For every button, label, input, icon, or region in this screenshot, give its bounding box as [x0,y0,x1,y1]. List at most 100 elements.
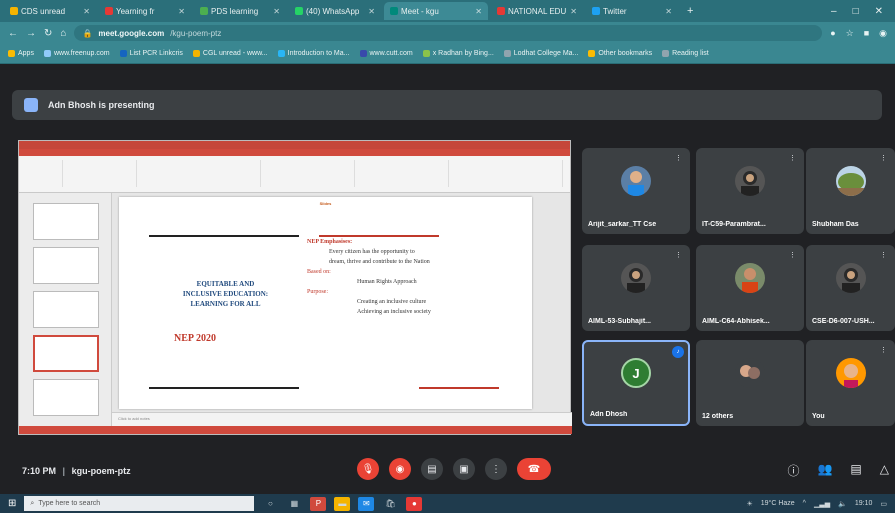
file-explorer-icon[interactable]: ▬ [334,496,351,511]
lock-icon: 🔒 [82,28,93,38]
browser-tab[interactable]: Meet - kgu ✕ [384,2,488,20]
bookmark-item[interactable]: www.cutt.com [359,50,413,57]
bookmark-item[interactable]: x Radhan by Bing... [422,50,494,57]
info-icon[interactable]: ⓘ [787,462,799,479]
bookmark-item[interactable]: List PCR Linkcris [119,50,183,57]
widgets-icon[interactable]: ▦ [286,497,302,511]
participant-tile[interactable]: J ♪ Adn Dhosh [582,340,690,426]
windows-start-icon[interactable]: ⊞ [8,498,16,509]
participant-tile[interactable]: ⋮ You [806,340,895,426]
ppt-titlebar [19,141,570,149]
url-field[interactable]: 🔒 meet.google.com/kgu-poem-ptz [74,25,823,41]
tile-more-icon[interactable]: ⋮ [880,346,887,354]
slide-rule [419,387,499,389]
url-path: /kgu-poem-ptz [170,28,222,38]
browser-tab[interactable]: Yearning fr ✕ [99,2,191,20]
bookmark-item[interactable]: www.freenup.com [43,50,110,57]
participant-name: You [812,413,825,420]
new-tab-button[interactable]: + [681,5,699,17]
tab-close-icon[interactable]: ✕ [570,7,577,16]
participant-name: IT-C59-Parambrat... [702,221,766,228]
home-icon[interactable]: ⌂ [60,28,66,39]
system-tray: ☀ 19°C Haze ^ ▁▃▅ 🔈 19:10 ▭ [746,500,887,508]
slide-sub: Purpose: [307,289,328,295]
tab-label: Meet - kgu [401,6,439,16]
participant-tile[interactable]: ⋮ Shubham Das [806,148,895,234]
leave-call-button[interactable]: ☎ [517,458,551,480]
star-icon[interactable]: ☆ [846,28,854,39]
browser-tab[interactable]: NATIONAL EDU ✕ [491,2,583,20]
store-icon[interactable]: 🛍 [382,497,398,511]
tile-more-icon[interactable]: ⋮ [675,251,682,259]
tray-up-icon[interactable]: ^ [803,500,806,507]
participant-tile[interactable]: ⋮ Arijit_sarkar_TT Cse [582,148,690,234]
powerpoint-icon[interactable]: P [310,496,327,511]
forward-icon[interactable]: → [26,28,36,39]
tile-more-icon[interactable]: ⋮ [880,251,887,259]
extensions-icon[interactable]: ■ [864,28,869,39]
participant-tile[interactable]: 12 others [696,340,804,426]
camera-icon[interactable]: ● [830,28,835,39]
participant-tile[interactable]: ⋮ AIML-C64-Abhisek... [696,245,804,331]
participant-tile[interactable]: ⋮ CSE-D6-007-USH... [806,245,895,331]
tile-more-icon[interactable]: ⋮ [789,251,796,259]
chat-icon[interactable]: ▤ [850,462,861,479]
close-window-icon[interactable]: ✕ [875,6,883,17]
tab-favicon-icon [10,7,18,15]
search-icon: ⌕ [30,499,35,507]
browser-tab[interactable]: Twitter ✕ [586,2,678,20]
reload-icon[interactable]: ↻ [44,28,52,39]
more-options-button[interactable]: ⋮ [485,458,507,480]
taskbar-search[interactable]: ⌕ Type here to search [24,496,255,511]
minimize-icon[interactable]: – [831,6,837,17]
bookmark-item[interactable]: Reading list [662,50,709,57]
weather-icon[interactable]: ☀ [746,500,752,508]
bookmark-label: www.cutt.com [369,50,413,57]
profile-icon[interactable]: ◉ [879,28,887,39]
participant-tile[interactable]: ⋮ AIML-53-Subhajit... [582,245,690,331]
mic-off-button[interactable]: 🎙 [357,458,379,480]
bookmark-item[interactable]: Introduction to Ma... [277,50,350,57]
tab-close-icon[interactable]: ✕ [475,7,482,16]
tab-close-icon[interactable]: ✕ [178,7,185,16]
people-icon[interactable]: 👥 [817,462,832,479]
mail-icon[interactable]: ✉ [358,496,375,511]
camera-off-button[interactable]: ◉ [389,458,411,480]
slide-thumbnail [33,203,99,240]
bookmark-item[interactable]: CGL unread - www... [192,50,268,57]
tile-more-icon[interactable]: ⋮ [675,154,682,162]
notification-icon[interactable]: ▭ [880,500,887,508]
tile-more-icon[interactable]: ⋮ [880,154,887,162]
bookmark-label: Lodhat College Ma... [513,50,579,57]
browser-tab[interactable]: CDS unread ✕ [4,2,96,20]
tab-close-icon[interactable]: ✕ [273,7,280,16]
back-icon[interactable]: ← [8,28,18,39]
participant-tile[interactable]: ⋮ IT-C59-Parambrat... [696,148,804,234]
network-icon[interactable]: ▁▃▅ [814,500,830,508]
tab-close-icon[interactable]: ✕ [83,7,90,16]
browser-tab[interactable]: PDS learning ✕ [194,2,286,20]
present-button[interactable]: ▣ [453,458,475,480]
bookmark-favicon-icon [503,50,511,57]
presenting-text: Adn Bhosh is presenting [48,100,155,110]
tab-close-icon[interactable]: ✕ [665,7,672,16]
slide-rule [149,387,299,389]
chrome-icon[interactable]: ● [406,496,423,511]
volume-icon[interactable]: 🔈 [838,500,847,508]
tab-favicon-icon [200,7,208,15]
tab-label: Twitter [603,6,627,16]
bookmark-label: Apps [18,50,34,57]
slide-small-title: Slides [319,201,332,206]
maximize-icon[interactable]: □ [853,6,859,17]
browser-tab[interactable]: (40) WhatsApp ✕ [289,2,381,20]
task-view-icon[interactable]: ○ [262,497,278,511]
tile-more-icon[interactable]: ⋮ [789,154,796,162]
activities-icon[interactable]: △ [880,462,889,479]
tab-close-icon[interactable]: ✕ [368,7,375,16]
captions-button[interactable]: ▤ [421,458,443,480]
participant-avatar [735,357,765,388]
bookmark-item[interactable]: Lodhat College Ma... [503,50,579,57]
bookmark-item[interactable]: Other bookmarks [588,50,652,57]
participant-name: 12 others [702,413,734,420]
bookmark-item[interactable]: Apps [8,50,34,57]
